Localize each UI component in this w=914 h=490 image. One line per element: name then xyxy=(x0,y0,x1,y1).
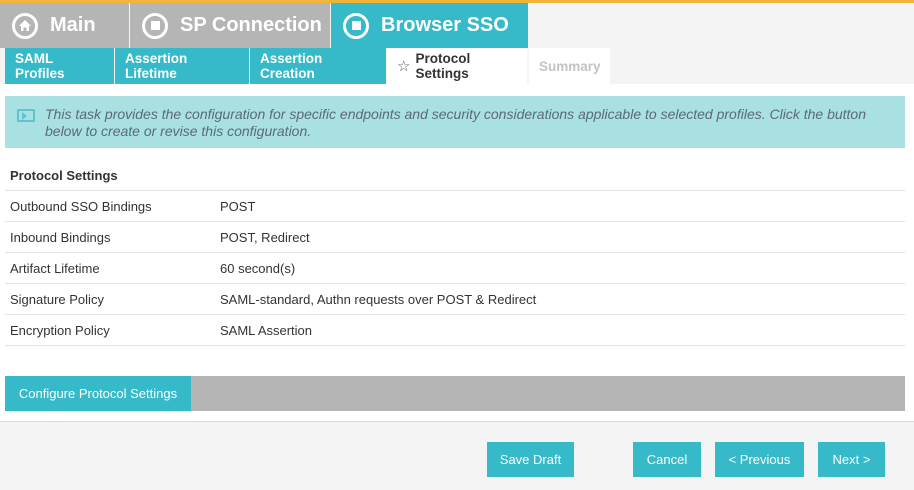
table-header-label: Protocol Settings xyxy=(10,167,118,183)
tab-sp-connection[interactable]: SP Connection xyxy=(130,3,330,48)
table-header: Protocol Settings xyxy=(5,160,905,191)
table-row: Signature Policy SAML-standard, Authn re… xyxy=(5,284,905,315)
tab-assertion-lifetime[interactable]: Assertion Lifetime xyxy=(115,48,249,84)
table-row: Artifact Lifetime 60 second(s) xyxy=(5,253,905,284)
tab-protocol-settings-label: Protocol Settings xyxy=(415,51,471,81)
row-value: SAML Assertion xyxy=(220,322,313,338)
tab-protocol-settings[interactable]: ☆ Protocol Settings xyxy=(387,48,527,84)
table-row: Outbound SSO Bindings POST xyxy=(5,191,905,222)
star-icon: ☆ xyxy=(397,58,411,75)
save-draft-button[interactable]: Save Draft xyxy=(487,442,574,477)
info-message: This task provides the configuration for… xyxy=(5,96,905,148)
next-button[interactable]: Next > xyxy=(818,442,885,477)
row-label: Inbound Bindings xyxy=(10,229,111,245)
row-label: Artifact Lifetime xyxy=(10,260,100,276)
tab-main-label: Main xyxy=(50,14,96,36)
info-text: This task provides the configuration for… xyxy=(45,106,867,139)
footer-bar: Save Draft Cancel < Previous Next > xyxy=(0,421,914,490)
previous-button[interactable]: < Previous xyxy=(715,442,804,477)
tab-assertion-creation[interactable]: Assertion Creation xyxy=(250,48,386,84)
row-value: 60 second(s) xyxy=(220,260,296,276)
tab-sp-connection-label: SP Connection xyxy=(180,14,322,36)
main-tab-bar: Main SP Connection Browser SSO xyxy=(0,3,914,48)
row-value: POST xyxy=(220,198,256,214)
sub-tab-bar: SAML Profiles Assertion Lifetime Asserti… xyxy=(0,48,914,84)
info-icon xyxy=(17,109,35,122)
stop-icon xyxy=(343,12,369,39)
protocol-settings-table: Protocol Settings Outbound SSO Bindings … xyxy=(5,160,905,346)
table-row: Encryption Policy SAML Assertion xyxy=(5,315,905,346)
table-row: Inbound Bindings POST, Redirect xyxy=(5,222,905,253)
row-value: POST, Redirect xyxy=(220,229,310,245)
tab-saml-profiles[interactable]: SAML Profiles xyxy=(5,48,114,84)
home-icon xyxy=(12,12,38,39)
tab-browser-sso-label: Browser SSO xyxy=(381,14,509,36)
row-label: Encryption Policy xyxy=(10,322,110,338)
row-value: SAML-standard, Authn requests over POST … xyxy=(220,291,537,307)
row-label: Outbound SSO Bindings xyxy=(10,198,152,214)
configure-bar: Configure Protocol Settings xyxy=(5,376,905,411)
row-label: Signature Policy xyxy=(10,291,104,307)
configure-protocol-settings-button[interactable]: Configure Protocol Settings xyxy=(5,376,191,411)
stop-icon xyxy=(142,12,168,39)
tab-summary: Summary xyxy=(529,48,610,84)
tab-browser-sso[interactable]: Browser SSO xyxy=(331,3,528,48)
cancel-button[interactable]: Cancel xyxy=(633,442,701,477)
tab-main[interactable]: Main xyxy=(0,3,129,48)
